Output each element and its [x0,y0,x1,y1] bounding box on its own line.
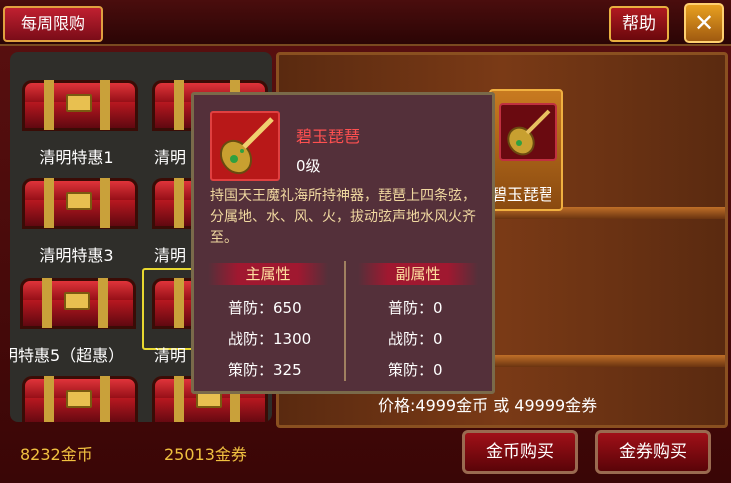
item-level: 0级 [296,157,321,175]
main-attributes-header: 主属性 [208,263,328,285]
chest-item-5[interactable]: 明特惠5（超惠） [10,272,136,368]
chest-item-7[interactable] [14,370,139,422]
price-text: 价格:4999金币 或 49999金券 [378,396,598,415]
gold-balance: 8232金币 [20,445,93,464]
treasure-chest-icon [22,178,138,229]
close-icon: ✕ [693,9,715,37]
pipa-icon [499,103,557,161]
sub-attributes-header: 副属性 [358,263,478,285]
help-button[interactable]: 帮助 [609,6,669,42]
shelf-item-name: 碧玉琵琶 [491,185,551,204]
chest-label: 清明特惠3 [39,246,114,265]
main-stat: 策防：325 [228,361,302,379]
treasure-chest-icon [22,376,138,422]
shelf-item-pipa[interactable]: 碧玉琵琶 [489,89,563,211]
chest-label: 明特惠5（超惠） [10,346,125,365]
main-stat: 普防：650 [228,299,302,317]
coupon-balance: 25013金券 [164,445,247,464]
chest-item-1[interactable]: 清明特惠1 [14,74,139,170]
pipa-icon [210,111,280,181]
chest-item-3[interactable]: 清明特惠3 [14,172,139,268]
sub-stat: 策防：0 [388,361,443,379]
close-button[interactable]: ✕ [684,3,724,43]
item-name: 碧玉琵琶 [296,127,361,146]
treasure-chest-icon [22,80,138,131]
item-description: 持国天王魔礼海所持神器，琵琶上四条弦，分属地、水、风、火，拔动弦声地水风火齐至。 [210,188,476,246]
top-bar: 每周限购 帮助 ✕ [0,0,731,46]
item-tooltip: 碧玉琵琶 0级 持国天王魔礼海所持神器，琵琶上四条弦，分属地、水、风、火，拔动弦… [191,92,495,394]
attributes-divider [344,261,346,381]
buy-with-gold-button[interactable]: 金币购买 [462,430,578,474]
weekly-limit-tab[interactable]: 每周限购 [3,6,103,42]
chest-label: 清明特惠1 [39,148,114,167]
treasure-chest-icon [20,278,136,329]
sub-stat: 战防：0 [388,330,443,348]
buy-with-coupon-button[interactable]: 金券购买 [595,430,711,474]
main-stat: 战防：1300 [228,330,312,348]
sub-stat: 普防：0 [388,299,443,317]
